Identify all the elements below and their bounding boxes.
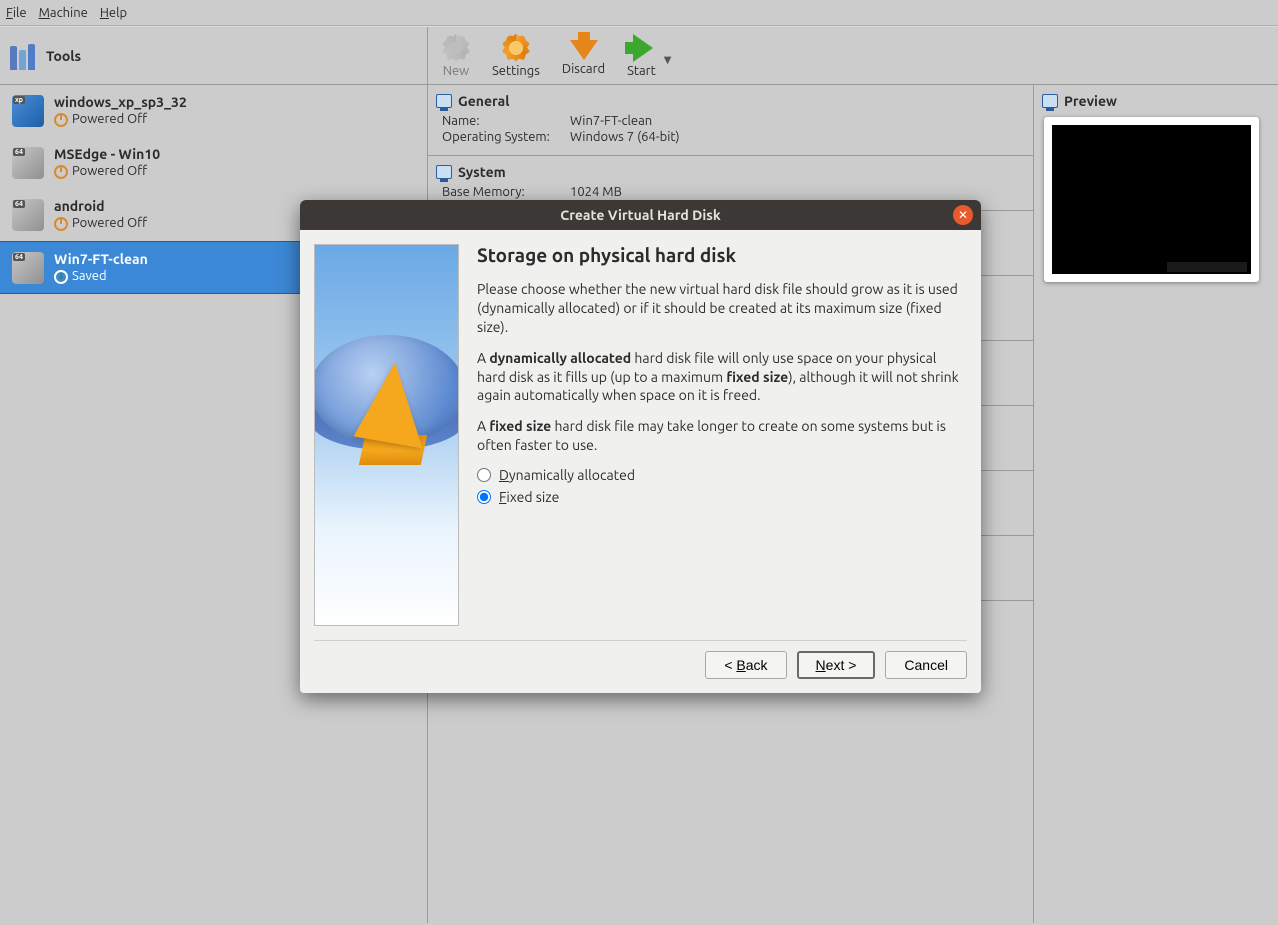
saved-state-icon (54, 270, 68, 284)
close-icon[interactable]: ✕ (953, 205, 973, 225)
menu-file[interactable]: File (6, 6, 27, 20)
memory-value: 1024 MB (570, 185, 622, 199)
os-icon-windows-10: 64 (12, 147, 44, 179)
dialog-paragraph-3: A fixed size hard disk file may take lon… (477, 417, 967, 455)
preview-thumbnail[interactable] (1044, 117, 1259, 282)
dialog-wizard-image (314, 244, 459, 626)
tools-icon (10, 42, 38, 70)
monitor-icon (436, 94, 452, 108)
dialog-content: Storage on physical hard disk Please cho… (477, 244, 967, 626)
menu-machine[interactable]: Machine (39, 6, 88, 20)
discard-icon (570, 40, 598, 60)
os-value: Windows 7 (64-bit) (570, 130, 680, 144)
power-off-icon (54, 113, 68, 127)
radio-input-fixed[interactable] (477, 490, 491, 504)
settings-button[interactable]: Settings (486, 32, 546, 80)
name-value: Win7-FT-clean (570, 114, 652, 128)
os-key: Operating System: (442, 130, 570, 144)
dialog-footer: < Back Next > Cancel (300, 641, 981, 693)
back-button[interactable]: < Back (705, 651, 786, 679)
disk-pie-icon (314, 335, 459, 510)
tools-header[interactable]: Tools (0, 27, 427, 85)
menu-help[interactable]: Help (100, 6, 127, 20)
vm-state: Powered Off (54, 215, 147, 232)
name-key: Name: (442, 114, 570, 128)
vm-item-windows-xp[interactable]: xp windows_xp_sp3_32 Powered Off (0, 85, 427, 137)
create-virtual-hard-disk-dialog: Create Virtual Hard Disk ✕ Storage on ph… (300, 200, 981, 693)
os-icon-windows-xp: xp (12, 95, 44, 127)
discard-label: Discard (562, 62, 605, 76)
vm-state: Saved (54, 268, 148, 285)
tools-label: Tools (46, 48, 81, 64)
dialog-paragraph-1: Please choose whether the new virtual ha… (477, 280, 967, 337)
settings-icon (502, 34, 530, 62)
memory-key: Base Memory: (442, 185, 570, 199)
system-header[interactable]: System (434, 160, 1027, 184)
vm-name: MSEdge - Win10 (54, 145, 160, 163)
vm-item-msedge-win10[interactable]: 64 MSEdge - Win10 Powered Off (0, 137, 427, 189)
dialog-body: Storage on physical hard disk Please cho… (300, 230, 981, 636)
preview-header[interactable]: Preview (1040, 89, 1272, 113)
vm-state: Powered Off (54, 111, 187, 128)
cancel-button[interactable]: Cancel (885, 651, 967, 679)
monitor-icon (1042, 94, 1058, 108)
vm-name: Win7-FT-clean (54, 250, 148, 268)
vm-name: windows_xp_sp3_32 (54, 93, 187, 111)
general-header[interactable]: General (434, 89, 1027, 113)
chip-icon (436, 165, 452, 179)
start-button[interactable]: Start (621, 32, 662, 80)
next-button[interactable]: Next > (797, 651, 876, 679)
preview-panel: Preview (1033, 85, 1278, 923)
toolbar: New Settings Discard Start ▼ (428, 27, 1278, 85)
dialog-heading: Storage on physical hard disk (477, 244, 967, 266)
vm-name: android (54, 197, 147, 215)
general-section: General Name:Win7-FT-clean Operating Sys… (428, 85, 1033, 156)
start-dropdown-caret[interactable]: ▼ (664, 54, 672, 66)
start-label: Start (627, 64, 656, 78)
power-off-icon (54, 165, 68, 179)
os-icon-android: 64 (12, 199, 44, 231)
new-label: New (443, 64, 470, 78)
radio-fixed-size[interactable]: Fixed size (477, 489, 967, 505)
discard-button[interactable]: Discard (556, 34, 611, 78)
new-button: New (436, 32, 476, 80)
start-icon (633, 34, 653, 62)
dialog-title: Create Virtual Hard Disk (560, 207, 720, 223)
radio-dynamically-allocated[interactable]: Dynamically allocated (477, 467, 967, 483)
new-icon (442, 34, 470, 62)
dialog-paragraph-2: A dynamically allocated hard disk file w… (477, 349, 967, 406)
radio-input-dynamic[interactable] (477, 468, 491, 482)
menubar: File Machine Help (0, 0, 1278, 26)
vm-state: Powered Off (54, 163, 160, 180)
os-icon-windows-7: 64 (12, 252, 44, 284)
power-off-icon (54, 217, 68, 231)
dialog-titlebar[interactable]: Create Virtual Hard Disk ✕ (300, 200, 981, 230)
settings-label: Settings (492, 64, 540, 78)
